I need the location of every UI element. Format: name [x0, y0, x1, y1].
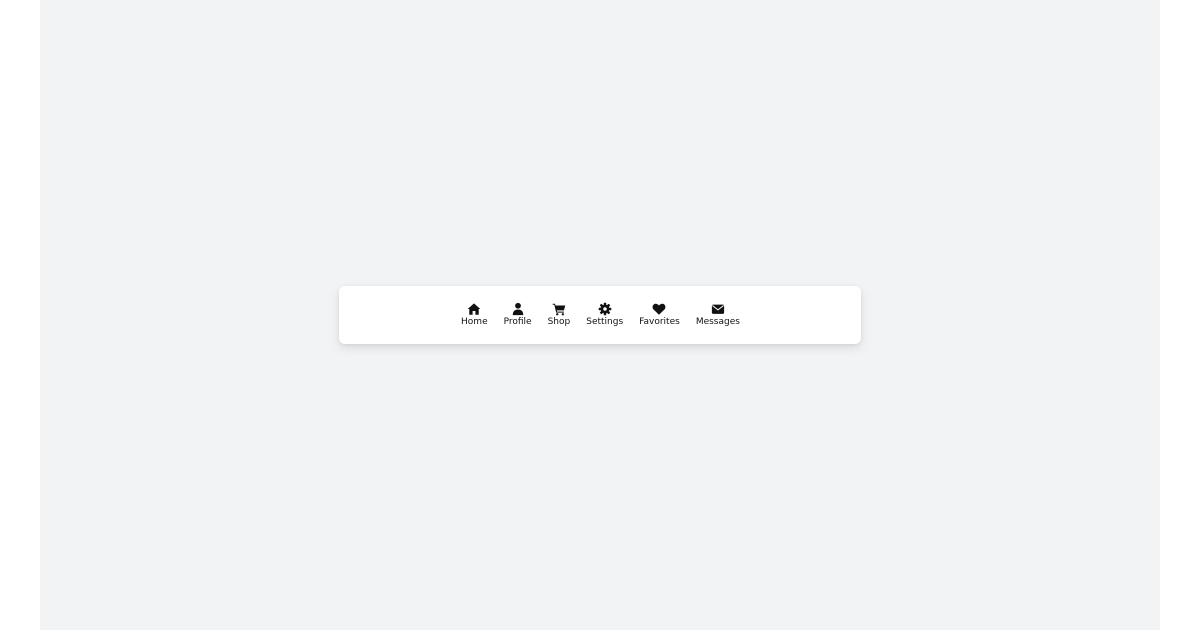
nav-label-shop: Shop: [547, 317, 571, 327]
home-icon: [467, 302, 481, 316]
nav-label-settings: Settings: [586, 317, 624, 327]
nav-label-messages: Messages: [695, 317, 740, 327]
user-icon: [511, 302, 525, 316]
nav-item-home[interactable]: Home: [461, 302, 488, 328]
nav-item-settings[interactable]: Settings: [586, 302, 623, 328]
envelope-icon: [711, 302, 725, 316]
nav-item-favorites[interactable]: Favorites: [639, 302, 680, 328]
cart-icon: [552, 302, 566, 316]
nav-item-profile[interactable]: Profile: [504, 302, 532, 328]
nav-items: Home Profile Shop Settings Favorites Mes…: [461, 302, 740, 328]
gear-icon: [598, 302, 612, 316]
nav-item-messages[interactable]: Messages: [696, 302, 740, 328]
icon-navbar: Home Profile Shop Settings Favorites Mes…: [339, 286, 861, 344]
heart-icon: [652, 302, 666, 316]
nav-label-favorites: Favorites: [639, 317, 680, 327]
page-background: Home Profile Shop Settings Favorites Mes…: [40, 0, 1160, 630]
nav-label-profile: Profile: [503, 317, 532, 327]
nav-label-home: Home: [461, 317, 488, 327]
nav-item-shop[interactable]: Shop: [547, 302, 571, 328]
